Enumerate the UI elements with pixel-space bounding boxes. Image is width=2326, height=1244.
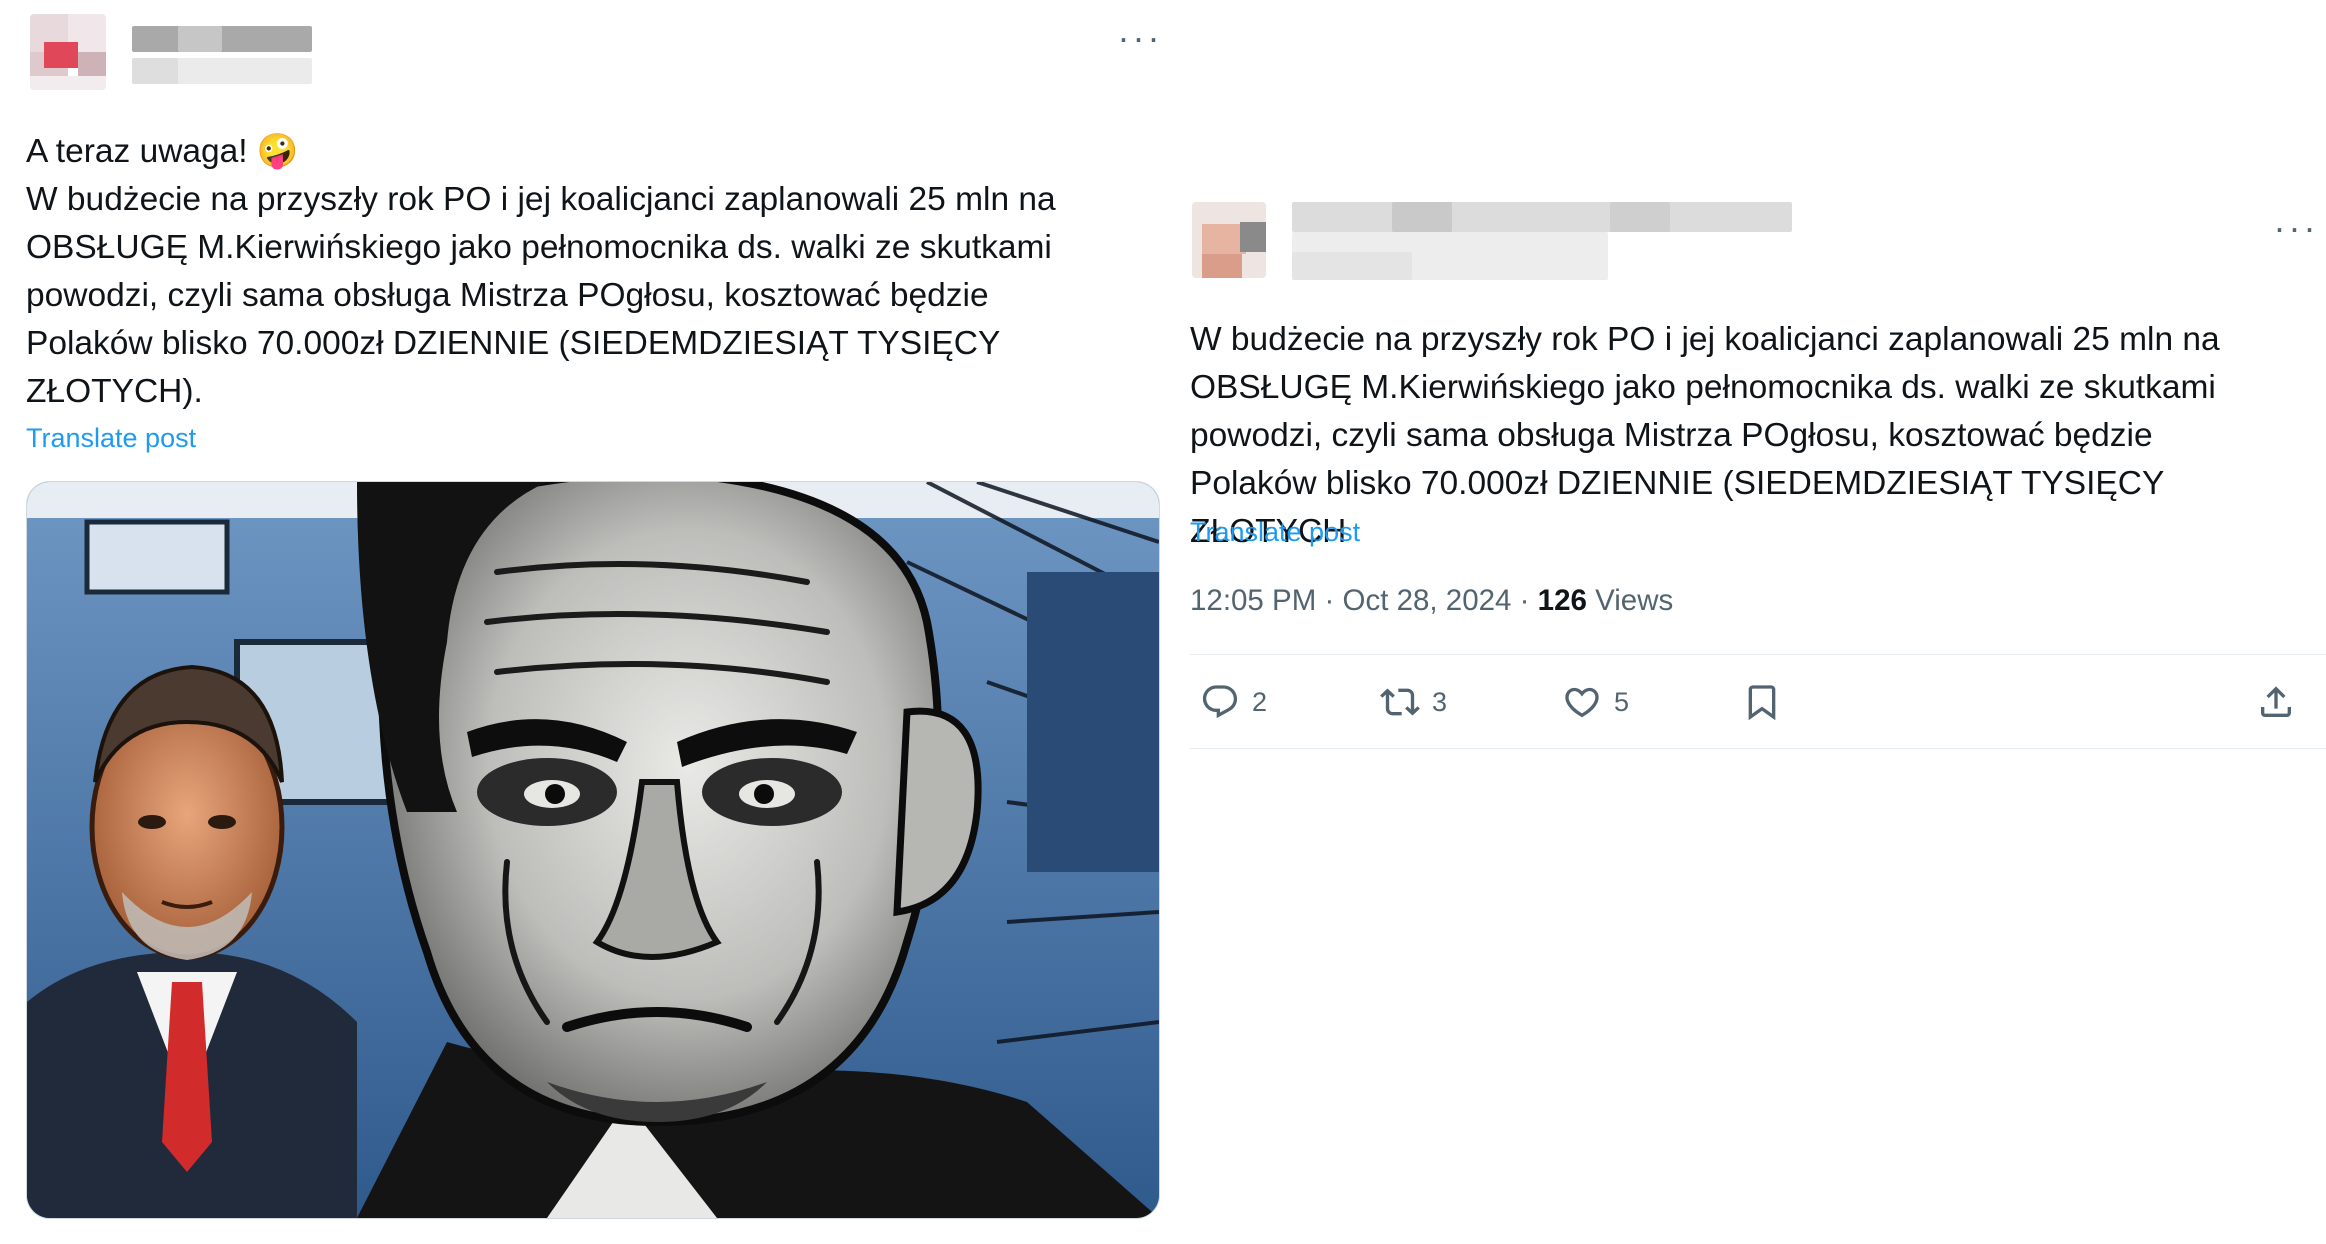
post-text: W budżecie na przyszły rok PO i jej koal… xyxy=(1190,321,2220,550)
like-button[interactable]: 5 xyxy=(1562,676,1629,728)
translate-post-link[interactable]: Translate post xyxy=(26,423,196,454)
post-text-intro: A teraz uwaga! xyxy=(26,133,257,170)
reply-count: 2 xyxy=(1252,686,1268,717)
reply-icon xyxy=(1202,685,1238,719)
separator-dot: · xyxy=(1324,584,1343,617)
redaction-pixel xyxy=(1392,202,1452,232)
share-icon xyxy=(2261,686,2291,717)
divider xyxy=(1190,654,2326,655)
avatar[interactable] xyxy=(30,14,106,90)
heart-icon xyxy=(1565,687,1599,718)
more-options-icon[interactable]: ··· xyxy=(1110,18,1170,58)
post-text: A teraz uwaga! 🤪 W budżecie na przyszły … xyxy=(26,128,1166,416)
more-options-icon[interactable]: ··· xyxy=(2266,208,2326,248)
repost-count: 3 xyxy=(1432,686,1448,717)
views-label: Views xyxy=(1595,584,1674,617)
comic-illustration xyxy=(27,482,1159,1218)
post-image[interactable] xyxy=(26,481,1160,1219)
avatar[interactable] xyxy=(1192,202,1266,278)
reply-button[interactable]: 2 xyxy=(1200,676,1267,728)
author-name-redacted[interactable] xyxy=(132,26,312,52)
repost-button[interactable]: 3 xyxy=(1380,676,1447,728)
post-text-body: W budżecie na przyszły rok PO i jej koal… xyxy=(26,181,1056,410)
redaction-pixel xyxy=(1292,252,1412,280)
post-date[interactable]: Oct 28, 2024 xyxy=(1343,584,1512,617)
redaction-pixel xyxy=(132,58,178,84)
translate-post-link[interactable]: Translate post xyxy=(1190,517,1360,548)
post-metadata: 12:05 PM · Oct 28, 2024 · 126 Views xyxy=(1190,584,1673,618)
repost-icon xyxy=(1380,688,1420,716)
like-count: 5 xyxy=(1614,686,1630,717)
zany-face-emoji-icon: 🤪 xyxy=(256,133,299,170)
divider xyxy=(1190,748,2326,749)
bookmark-icon xyxy=(1748,685,1776,721)
right-post: ··· W budżecie na przyszły rok PO i jej … xyxy=(1170,0,2326,1244)
separator-dot: · xyxy=(1519,584,1538,617)
share-button[interactable] xyxy=(2256,676,2296,728)
redaction-pixel xyxy=(1610,202,1670,232)
left-post: ··· A teraz uwaga! 🤪 W budżecie na przys… xyxy=(0,0,1170,1244)
bookmark-button[interactable] xyxy=(1742,676,1782,728)
post-time[interactable]: 12:05 PM xyxy=(1190,584,1316,617)
author-name-redacted[interactable] xyxy=(1292,202,1792,232)
views-count: 126 xyxy=(1537,584,1587,617)
redaction-pixel xyxy=(178,26,222,52)
